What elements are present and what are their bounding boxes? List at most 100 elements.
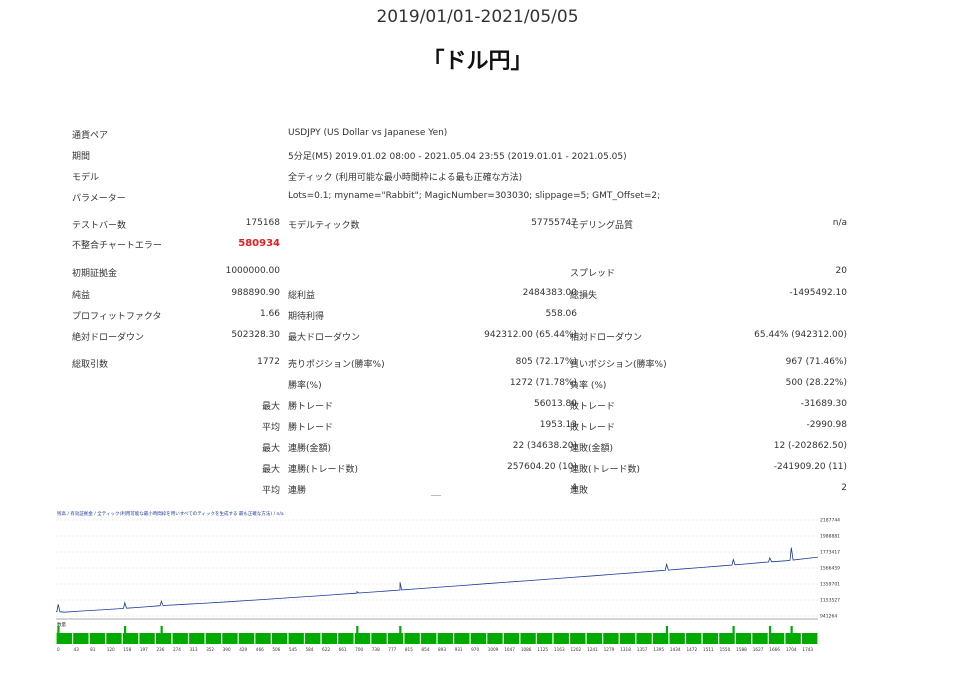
expected-payoff-value: 558.06 bbox=[545, 309, 578, 319]
avg-loss-value: -2990.98 bbox=[806, 420, 847, 430]
avg-win-label: 勝トレード bbox=[288, 423, 334, 433]
volume-bar bbox=[205, 633, 222, 644]
volume-bar bbox=[454, 633, 470, 644]
x-tick-label: 429 bbox=[239, 647, 247, 652]
gross-profit-value: 2484383.00 bbox=[522, 288, 577, 298]
volume-bar bbox=[636, 633, 652, 644]
consec-wins-money-label: 連勝(金額) bbox=[288, 444, 332, 454]
report-row: 総取引数 1772 売りポジション(勝率%) 805 (72.17%) 買いポジ… bbox=[70, 357, 860, 371]
volume-bar bbox=[238, 633, 255, 644]
win-rate-label: 勝率(%) bbox=[288, 381, 322, 391]
y-tick-label: 1773417 bbox=[820, 550, 840, 556]
report-row: パラメーター Lots=0.1; myname="Rabbit"; MagicN… bbox=[70, 191, 860, 205]
avg-consec-wins-label: 連勝 bbox=[288, 486, 307, 496]
avg-label: 平均 bbox=[261, 486, 280, 496]
period-label: 期間 bbox=[72, 152, 91, 162]
max-drawdown-label: 最大ドローダウン bbox=[288, 333, 361, 343]
x-tick-label: 1395 bbox=[653, 647, 664, 652]
currency-pair-label: 通貨ペア bbox=[72, 131, 109, 141]
x-tick-label: 43 bbox=[74, 647, 80, 652]
model-quality-label: モデリング品質 bbox=[570, 221, 634, 231]
volume-bar bbox=[570, 633, 586, 644]
largest-loss-value: -31689.30 bbox=[800, 399, 847, 409]
chart-background bbox=[56, 508, 845, 653]
avg-loss-label: 敗トレード bbox=[570, 423, 616, 433]
x-tick-label: 197 bbox=[140, 647, 148, 652]
x-tick-label: 738 bbox=[372, 647, 380, 652]
x-tick-label: 1163 bbox=[554, 647, 565, 652]
volume-bar bbox=[487, 633, 503, 644]
currency-pair-value: USDJPY (US Dollar vs Japanese Yen) bbox=[288, 128, 448, 138]
report-row: 最大 勝トレード 56013.80 敗トレード -31689.30 bbox=[70, 399, 860, 413]
params-value: Lots=0.1; myname="Rabbit"; MagicNumber=3… bbox=[288, 191, 661, 201]
x-tick-label: 970 bbox=[471, 647, 479, 652]
volume-spike-bar bbox=[57, 626, 60, 644]
report-row: 勝率(%) 1272 (71.78%) 負率 (%) 500 (28.22%) bbox=[70, 378, 860, 392]
avg-label: 平均 bbox=[261, 423, 280, 433]
x-tick-label: 1550 bbox=[720, 647, 731, 652]
x-tick-label: 1743 bbox=[802, 647, 813, 652]
volume-bar bbox=[536, 633, 553, 644]
volume-bar bbox=[255, 633, 271, 644]
volume-bar bbox=[586, 633, 603, 644]
test-bars-label: テストバー数 bbox=[72, 221, 127, 231]
consec-wins-money-value: 22 (34638.20) bbox=[512, 441, 577, 451]
consec-wins-trades-value: 257604.20 (10) bbox=[506, 462, 577, 472]
volume-spike-bar bbox=[124, 626, 127, 644]
volume-bar bbox=[669, 633, 685, 644]
volume-bar bbox=[752, 633, 768, 644]
volume-bar bbox=[106, 633, 122, 644]
volume-bar bbox=[222, 633, 238, 644]
short-positions-label: 売りポジション(勝率%) bbox=[288, 360, 385, 370]
volume-bar bbox=[321, 633, 338, 644]
report-row: 純益 988890.90 総利益 2484383.00 総損失 -1495492… bbox=[70, 288, 860, 302]
volume-spike-bar bbox=[790, 626, 793, 644]
volume-spike-bar bbox=[769, 626, 772, 644]
report-row: 最大 連勝(トレード数) 257604.20 (10) 連敗(トレード数) -2… bbox=[70, 462, 860, 476]
model-ticks-label: モデルティック数 bbox=[288, 221, 360, 231]
largest-loss-label: 敗トレード bbox=[570, 402, 616, 412]
x-tick-label: 313 bbox=[190, 647, 198, 652]
spread-value: 20 bbox=[835, 266, 847, 276]
expected-payoff-label: 期待利得 bbox=[288, 312, 325, 322]
long-positions-value: 967 (71.46%) bbox=[785, 357, 847, 367]
volume-spike-bar bbox=[356, 626, 359, 644]
volume-bar bbox=[553, 633, 569, 644]
report-row: テストバー数 175168 モデルティック数 57755747 モデリング品質 … bbox=[70, 218, 860, 232]
pair-title: 「ドル円」 bbox=[422, 49, 533, 74]
x-tick-label: 931 bbox=[455, 647, 463, 652]
volume-bar bbox=[338, 633, 354, 644]
x-tick-label: 506 bbox=[272, 647, 280, 652]
volume-bar bbox=[735, 633, 752, 644]
volume-bar bbox=[305, 633, 321, 644]
x-tick-label: 352 bbox=[206, 647, 214, 652]
x-tick-label: 158 bbox=[123, 647, 131, 652]
volume-bar bbox=[785, 633, 801, 644]
short-positions-value: 805 (72.17%) bbox=[515, 357, 577, 367]
max-label: 最大 bbox=[261, 444, 280, 454]
gross-loss-label: 総損失 bbox=[570, 291, 598, 301]
model-label: モデル bbox=[72, 173, 100, 183]
gross-profit-label: 総利益 bbox=[288, 291, 316, 301]
total-trades-label: 総取引数 bbox=[72, 360, 109, 370]
report-row: 平均 連勝 4 連敗 2 bbox=[70, 483, 860, 497]
mismatch-errors-label: 不整合チャートエラー bbox=[72, 241, 162, 251]
max-label: 最大 bbox=[261, 402, 280, 412]
chart-header-text: 残高 / 有効証拠金 / 全ティック(利用可能な最小時間枠を用いすべてのティック… bbox=[57, 510, 284, 517]
test-bars-value: 175168 bbox=[245, 218, 280, 228]
y-tick-label: 941264 bbox=[820, 614, 837, 620]
volume-bar bbox=[686, 633, 702, 644]
date-range: 2019/01/01-2021/05/05 bbox=[376, 7, 579, 27]
report-row: 期間 5分足(M5) 2019.01.02 08:00 - 2021.05.04… bbox=[70, 149, 860, 163]
avg-consec-losses-value: 2 bbox=[841, 483, 847, 493]
initial-deposit-value: 1000000.00 bbox=[225, 266, 280, 276]
rel-drawdown-value: 65.44% (942312.00) bbox=[754, 330, 847, 340]
profit-factor-label: プロフィットファクタ bbox=[72, 312, 162, 322]
volume-bar bbox=[802, 633, 818, 644]
report-row: 平均 勝トレード 1953.13 敗トレード -2990.98 bbox=[70, 420, 860, 434]
volume-bar bbox=[437, 633, 453, 644]
volume-bar bbox=[619, 633, 636, 644]
x-tick-label: 120 bbox=[107, 647, 115, 652]
x-tick-label: 1318 bbox=[620, 647, 631, 652]
profit-factor-value: 1.66 bbox=[259, 309, 280, 319]
